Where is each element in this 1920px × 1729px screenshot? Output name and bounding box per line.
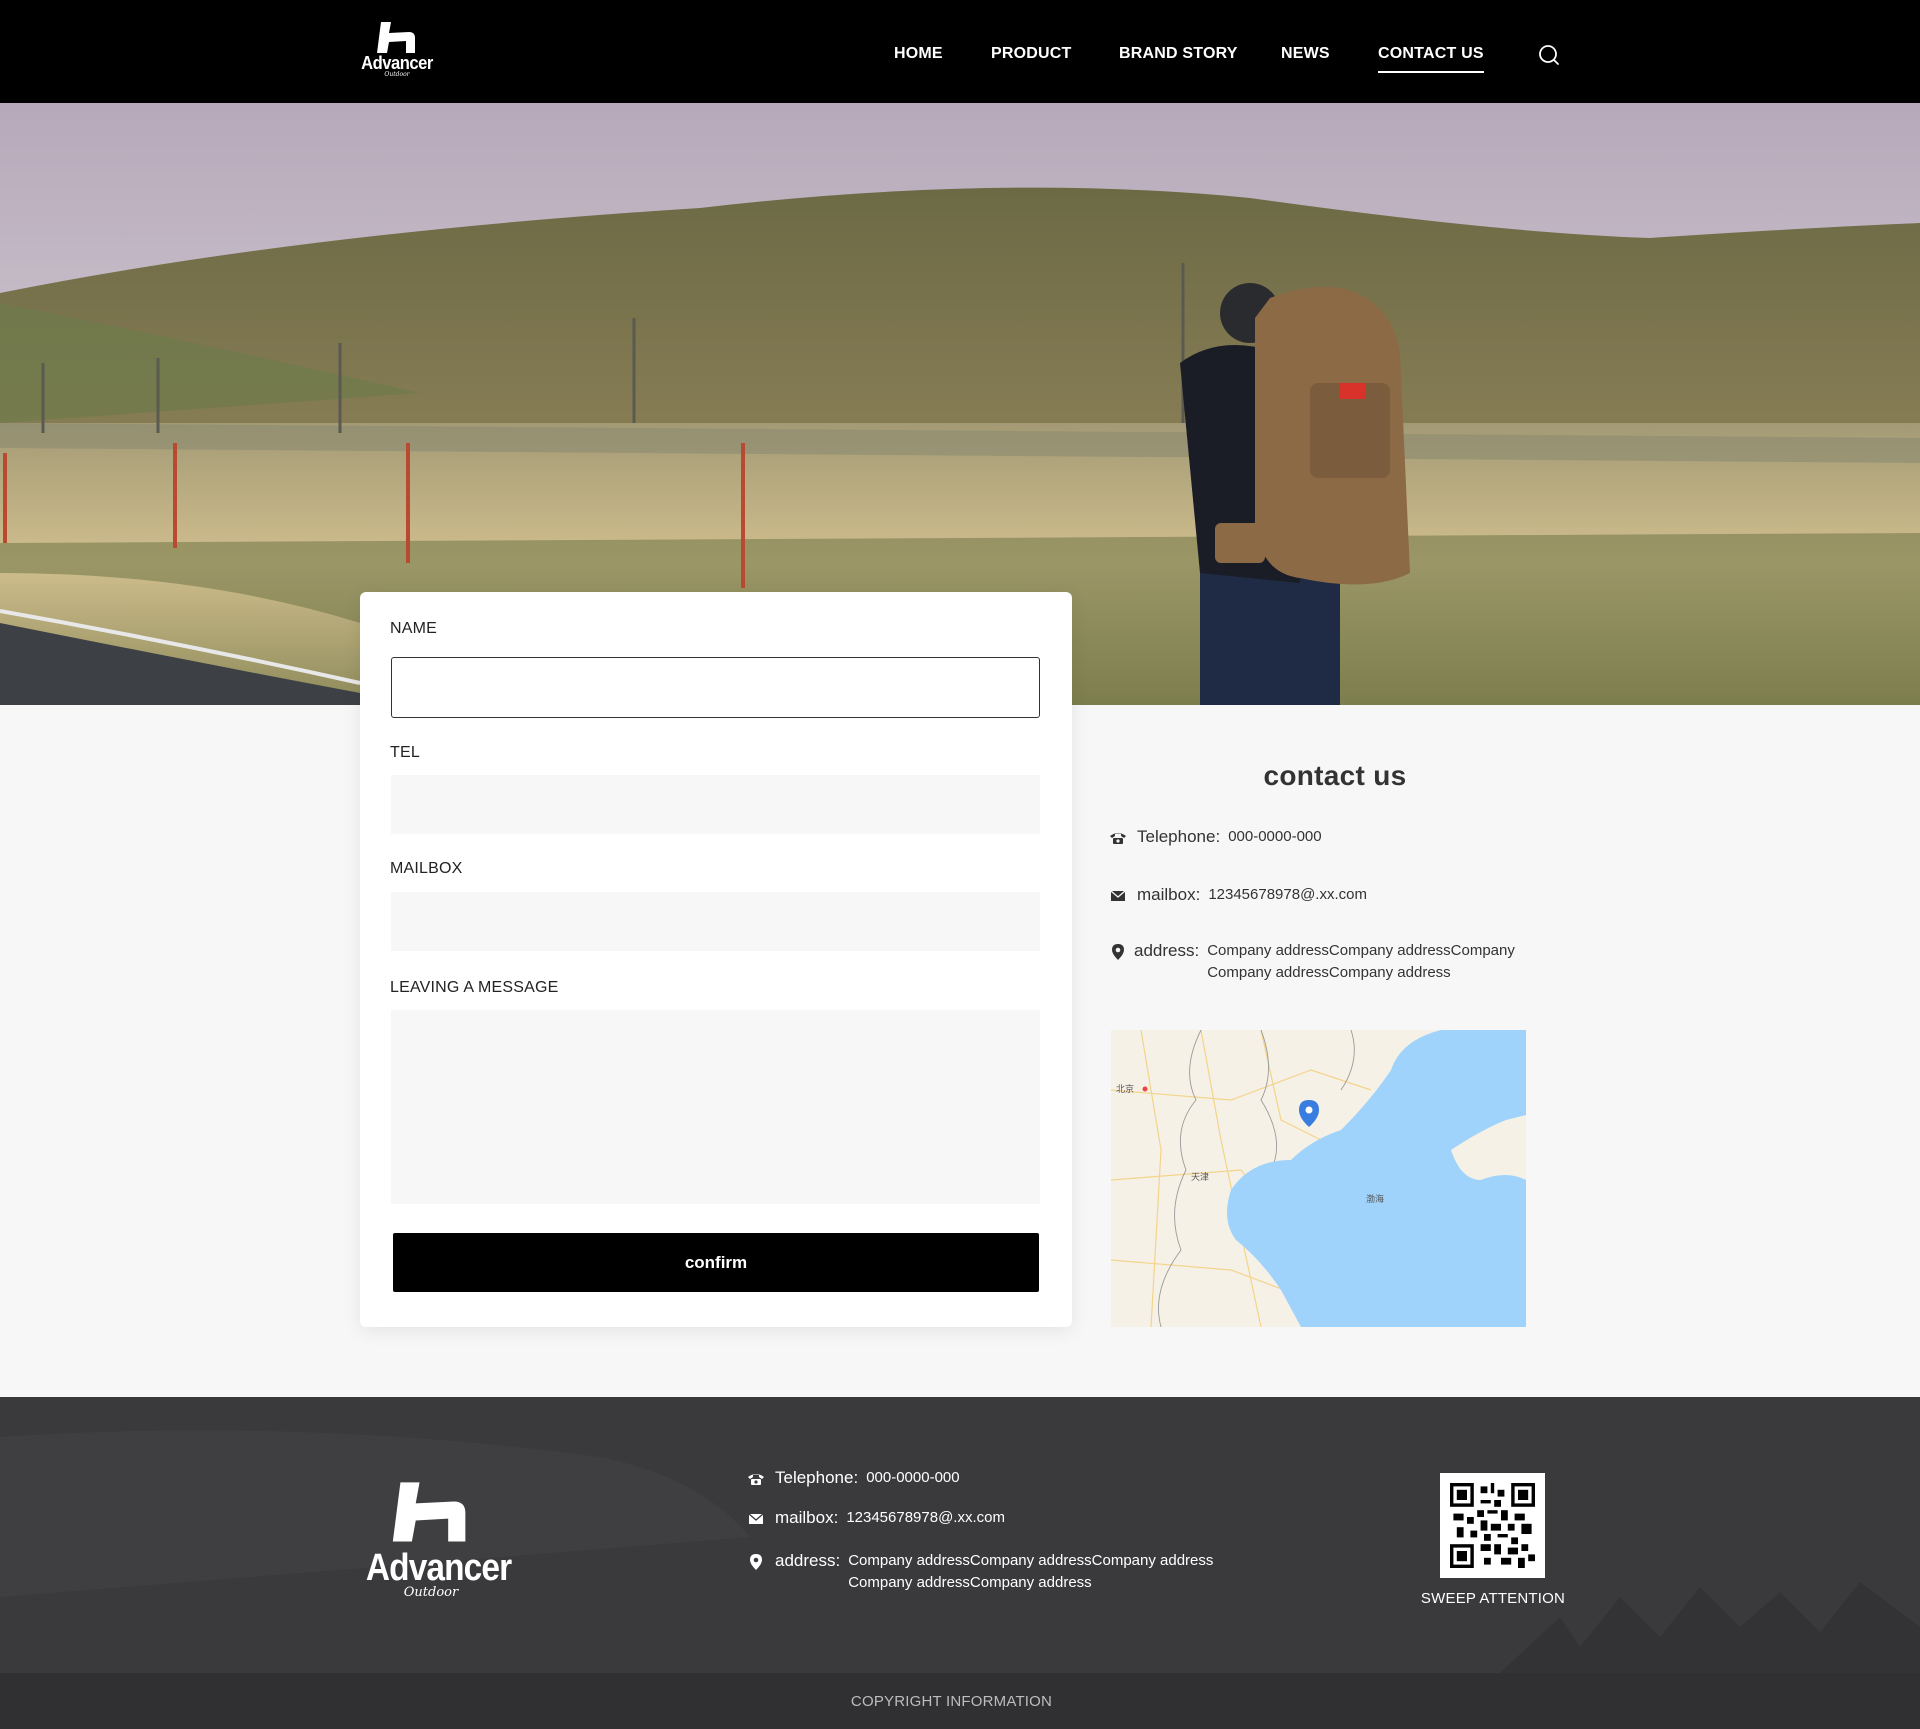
qr-caption: SWEEP ATTENTION xyxy=(1420,1590,1566,1607)
map-label-tianjin: 天津 xyxy=(1191,1172,1209,1182)
name-input[interactable] xyxy=(391,657,1040,718)
map-label-bohai: 渤海 xyxy=(1366,1193,1384,1204)
main-nav: HOME PRODUCT BRAND STORY NEWS CONTACT US xyxy=(0,0,1920,103)
footer-telephone: Telephone: 000-0000-000 xyxy=(747,1468,960,1489)
footer-mailbox-label: mailbox: xyxy=(775,1508,839,1527)
contact-mailbox: mailbox: 12345678978@.xx.com xyxy=(1109,885,1367,906)
footer-logo-mark-icon xyxy=(392,1482,466,1542)
footer-logo[interactable]: Advancer Outdoor xyxy=(357,1478,512,1599)
contact-telephone: Telephone: 000-0000-000 xyxy=(1109,827,1322,848)
tel-input[interactable] xyxy=(391,775,1040,834)
name-label: NAME xyxy=(390,620,438,637)
contact-address: address: Company addressCompany addressC… xyxy=(1109,941,1529,984)
tel-label: TEL xyxy=(390,744,420,761)
address-value: Company addressCompany addressCompany Co… xyxy=(1207,942,1515,981)
nav-product[interactable]: PRODUCT xyxy=(991,44,1072,64)
mailbox-value: 12345678978@.xx.com xyxy=(1208,886,1367,903)
nav-contact-us[interactable]: CONTACT US xyxy=(1378,44,1484,73)
message-label: LEAVING A MESSAGE xyxy=(390,979,559,996)
contact-title: contact us xyxy=(1263,760,1407,791)
location-pin-icon xyxy=(1112,944,1124,960)
telephone-label: Telephone: xyxy=(1137,827,1221,846)
footer-background xyxy=(0,1430,1920,1673)
confirm-button[interactable]: confirm xyxy=(393,1233,1039,1292)
nav-home[interactable]: HOME xyxy=(894,44,943,64)
footer-address: address: Company addressCompany addressC… xyxy=(747,1551,1227,1594)
location-map[interactable]: 北京 天津 渤海 xyxy=(1111,1030,1526,1327)
telephone-value: 000-0000-000 xyxy=(1228,828,1322,845)
nav-news[interactable]: NEWS xyxy=(1281,44,1330,64)
map-label-beijing: 北京 xyxy=(1116,1083,1134,1094)
site-header: Advancer Outdoor HOME PRODUCT BRAND STOR… xyxy=(0,0,1920,103)
address-label: address: xyxy=(1134,941,1200,960)
nav-brand-story[interactable]: BRAND STORY xyxy=(1119,44,1238,64)
mail-icon xyxy=(1110,890,1126,901)
footer-telephone-label: Telephone: xyxy=(775,1468,859,1487)
qr-code xyxy=(1440,1473,1545,1578)
message-textarea[interactable] xyxy=(391,1010,1040,1204)
footer-address-label: address: xyxy=(775,1551,841,1570)
footer-address-value: Company addressCompany addressCompany ad… xyxy=(848,1552,1214,1591)
phone-icon xyxy=(1110,833,1126,844)
footer-logo-wordmark: Advancer xyxy=(365,1547,512,1589)
footer-location-pin-icon xyxy=(750,1554,762,1570)
footer-mailbox-value: 12345678978@.xx.com xyxy=(846,1509,1005,1526)
qr-code-icon xyxy=(1450,1483,1535,1568)
footer-mail-icon xyxy=(748,1513,764,1524)
mailbox-label: MAILBOX xyxy=(390,860,463,877)
search-icon[interactable] xyxy=(1537,43,1561,67)
copyright-text: COPYRIGHT INFORMATION xyxy=(850,1693,1053,1710)
footer-mailbox: mailbox: 12345678978@.xx.com xyxy=(747,1508,1005,1529)
mailbox-label: mailbox: xyxy=(1137,885,1201,904)
mailbox-input[interactable] xyxy=(391,892,1040,951)
contact-form: NAME TEL MAILBOX LEAVING A MESSAGE confi… xyxy=(360,592,1072,1327)
footer-telephone-value: 000-0000-000 xyxy=(866,1469,960,1486)
site-footer xyxy=(0,1397,1920,1673)
footer-phone-icon xyxy=(748,1474,764,1485)
map-image: 北京 天津 渤海 xyxy=(1111,1030,1526,1327)
